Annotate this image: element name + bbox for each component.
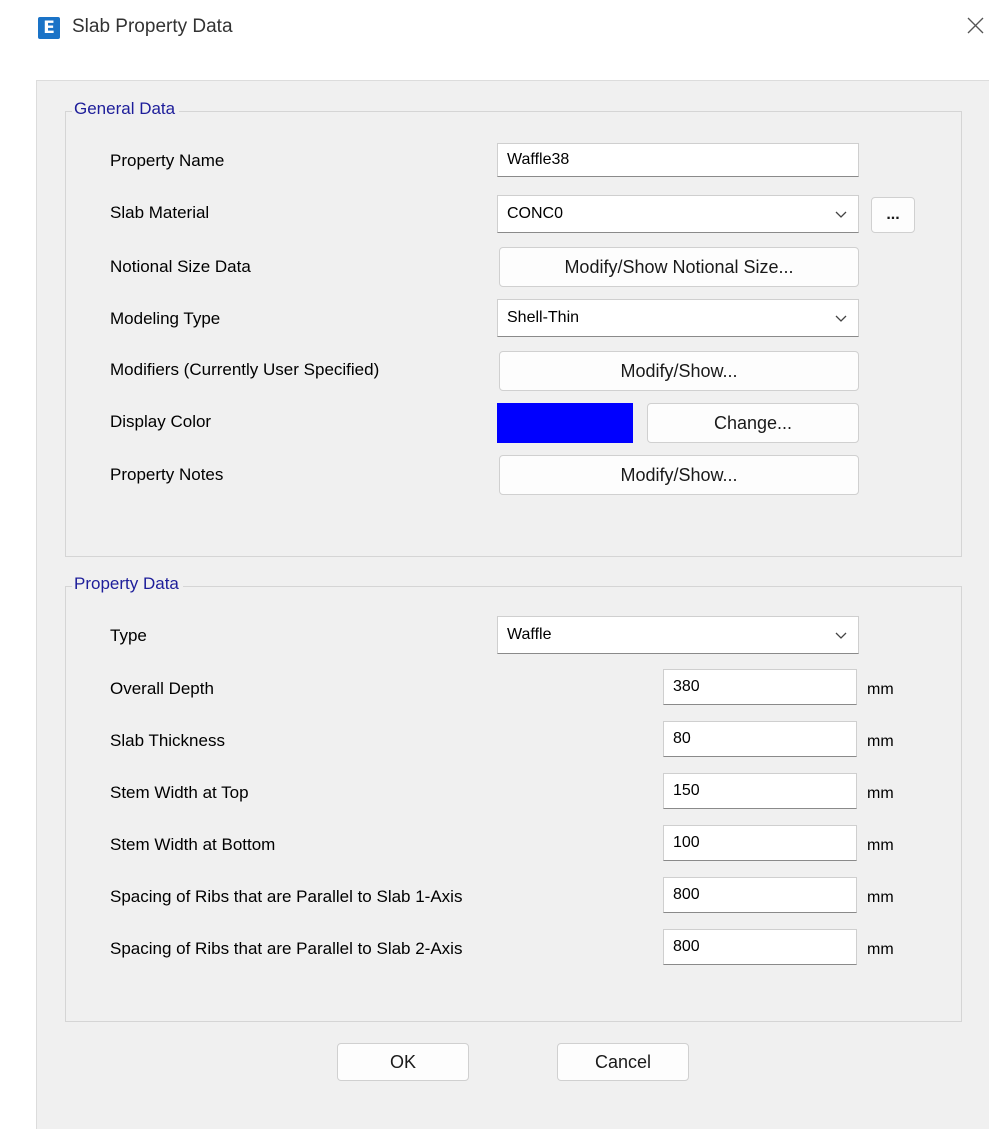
stem-width-bottom-input[interactable]: 100 [663,825,857,861]
property-notes-label: Property Notes [110,465,224,484]
slab-thickness-label: Slab Thickness [110,731,225,750]
slab-material-value: CONC0 [507,205,564,222]
property-name-label: Property Name [110,151,225,170]
overall-depth-input[interactable]: 380 [663,669,857,705]
rib-spacing-axis2-input[interactable]: 800 [663,929,857,965]
stem-width-bottom-label: Stem Width at Bottom [110,835,276,854]
modeling-type-label: Modeling Type [110,309,221,328]
close-button[interactable] [962,12,989,42]
property-notes-button[interactable]: Modify/Show... [499,455,859,495]
slab-material-label: Slab Material [110,203,210,222]
slab-thickness-input[interactable]: 80 [663,721,857,757]
stem-width-top-label: Stem Width at Top [110,783,249,802]
rib-spacing-axis1-unit: mm [867,889,894,906]
rib-spacing-axis1-input[interactable]: 800 [663,877,857,913]
ok-button[interactable]: OK [337,1043,469,1081]
notional-size-button[interactable]: Modify/Show Notional Size... [499,247,859,287]
title-bar: E Slab Property Data [0,0,989,58]
close-icon [967,17,984,34]
dialog-body: General Data Property Name Waffle38 Slab… [36,80,989,1129]
rib-spacing-axis2-label: Spacing of Ribs that are Parallel to Sla… [110,939,463,958]
rib-spacing-axis2-unit: mm [867,941,894,958]
type-select[interactable]: Waffle [497,616,859,654]
cancel-button[interactable]: Cancel [557,1043,689,1081]
window-title: Slab Property Data [72,16,233,37]
stem-width-top-unit: mm [867,785,894,802]
stem-width-top-input[interactable]: 150 [663,773,857,809]
chevron-down-icon [835,632,847,639]
slab-material-more-button[interactable]: ... [871,197,915,233]
chevron-down-icon [835,315,847,322]
modeling-type-select[interactable]: Shell-Thin [497,299,859,337]
general-data-title: General Data [72,99,180,119]
notional-size-label: Notional Size Data [110,257,251,276]
slab-thickness-unit: mm [867,733,894,750]
chevron-down-icon [835,211,847,218]
rib-spacing-axis1-label: Spacing of Ribs that are Parallel to Sla… [110,887,463,906]
modeling-type-value: Shell-Thin [507,309,580,326]
type-label: Type [110,626,147,645]
type-value: Waffle [507,626,552,643]
property-name-input[interactable]: Waffle38 [497,143,859,177]
display-color-swatch [497,403,633,443]
stem-width-bottom-unit: mm [867,837,894,854]
slab-material-select[interactable]: CONC0 [497,195,859,233]
overall-depth-label: Overall Depth [110,679,214,698]
change-color-button[interactable]: Change... [647,403,859,443]
display-color-label: Display Color [110,412,212,431]
overall-depth-unit: mm [867,681,894,698]
modifiers-button[interactable]: Modify/Show... [499,351,859,391]
property-data-title: Property Data [72,574,183,594]
modifiers-label: Modifiers (Currently User Specified) [110,360,380,379]
app-icon: E [38,17,60,39]
